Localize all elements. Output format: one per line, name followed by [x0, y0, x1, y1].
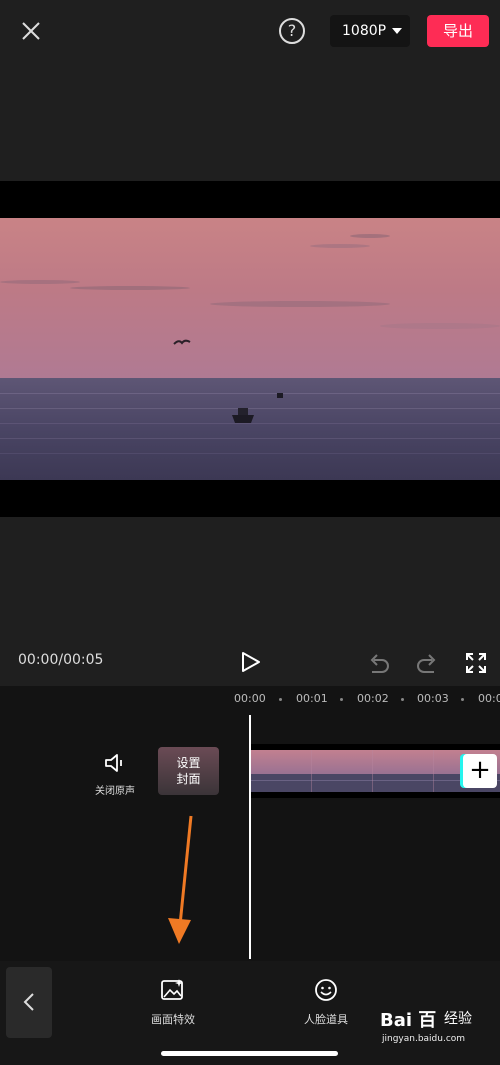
cover-label-line1: 设置: [176, 756, 201, 770]
caret-down-icon: [392, 28, 402, 34]
tool-face-props[interactable]: 人脸道具: [291, 977, 361, 1027]
watermark-url: jingyan.baidu.com: [382, 1034, 466, 1044]
ruler-dot: [279, 698, 282, 701]
fullscreen-icon: [466, 653, 486, 673]
ruler-tick-label: 00:00: [234, 692, 266, 705]
ruler-dot: [340, 698, 343, 701]
chevron-left-icon: [23, 993, 34, 1011]
play-icon: [242, 652, 260, 672]
video-frame-image: [0, 218, 500, 480]
tool-label: 画面特效: [151, 1013, 195, 1026]
watermark-jingyan: 经验: [444, 1011, 472, 1027]
back-button[interactable]: [6, 967, 52, 1038]
redo-button[interactable]: [416, 652, 440, 674]
redo-icon: [417, 654, 436, 673]
export-button[interactable]: 导出: [427, 15, 489, 47]
cover-label-line2: 封面: [176, 772, 201, 786]
set-cover-button[interactable]: 设置 封面: [158, 747, 219, 795]
close-button[interactable]: [14, 14, 48, 48]
undo-icon: [370, 654, 389, 673]
help-icon[interactable]: ?: [279, 18, 305, 44]
ruler-tick-label: 00:02: [357, 692, 389, 705]
playhead[interactable]: [249, 715, 251, 959]
baidu-jingyan-watermark: Bai 百 经验 jingyan.baidu.com: [380, 1006, 490, 1056]
play-button[interactable]: [238, 650, 262, 674]
add-clip-button[interactable]: +: [463, 754, 497, 788]
ruler-dot: [461, 698, 464, 701]
annotation-arrow: [165, 810, 205, 950]
fullscreen-button[interactable]: [464, 651, 488, 675]
ruler-tick-label: 00:01: [296, 692, 328, 705]
resolution-label: 1080P: [342, 23, 387, 39]
resolution-dropdown[interactable]: 1080P: [330, 15, 410, 47]
tool-screen-effects[interactable]: 画面特效: [138, 977, 208, 1027]
watermark-brand: Bai 百: [380, 1010, 437, 1031]
ruler-dot: [401, 698, 404, 701]
ruler-tick-label: 00:03: [417, 692, 449, 705]
timecode: 00:00/00:05: [18, 652, 104, 668]
mute-label: 关闭原声: [95, 786, 135, 797]
ruler-tick-label: 00:0: [478, 692, 500, 705]
close-icon: [22, 22, 40, 40]
tool-label: 人脸道具: [304, 1013, 348, 1026]
image-sparkle-icon: [161, 979, 183, 1000]
speaker-icon: [105, 754, 122, 772]
face-icon: [315, 979, 337, 1001]
undo-button[interactable]: [366, 652, 390, 674]
home-indicator[interactable]: [161, 1051, 338, 1056]
mute-original-audio-button[interactable]: 关闭原声: [84, 752, 146, 802]
